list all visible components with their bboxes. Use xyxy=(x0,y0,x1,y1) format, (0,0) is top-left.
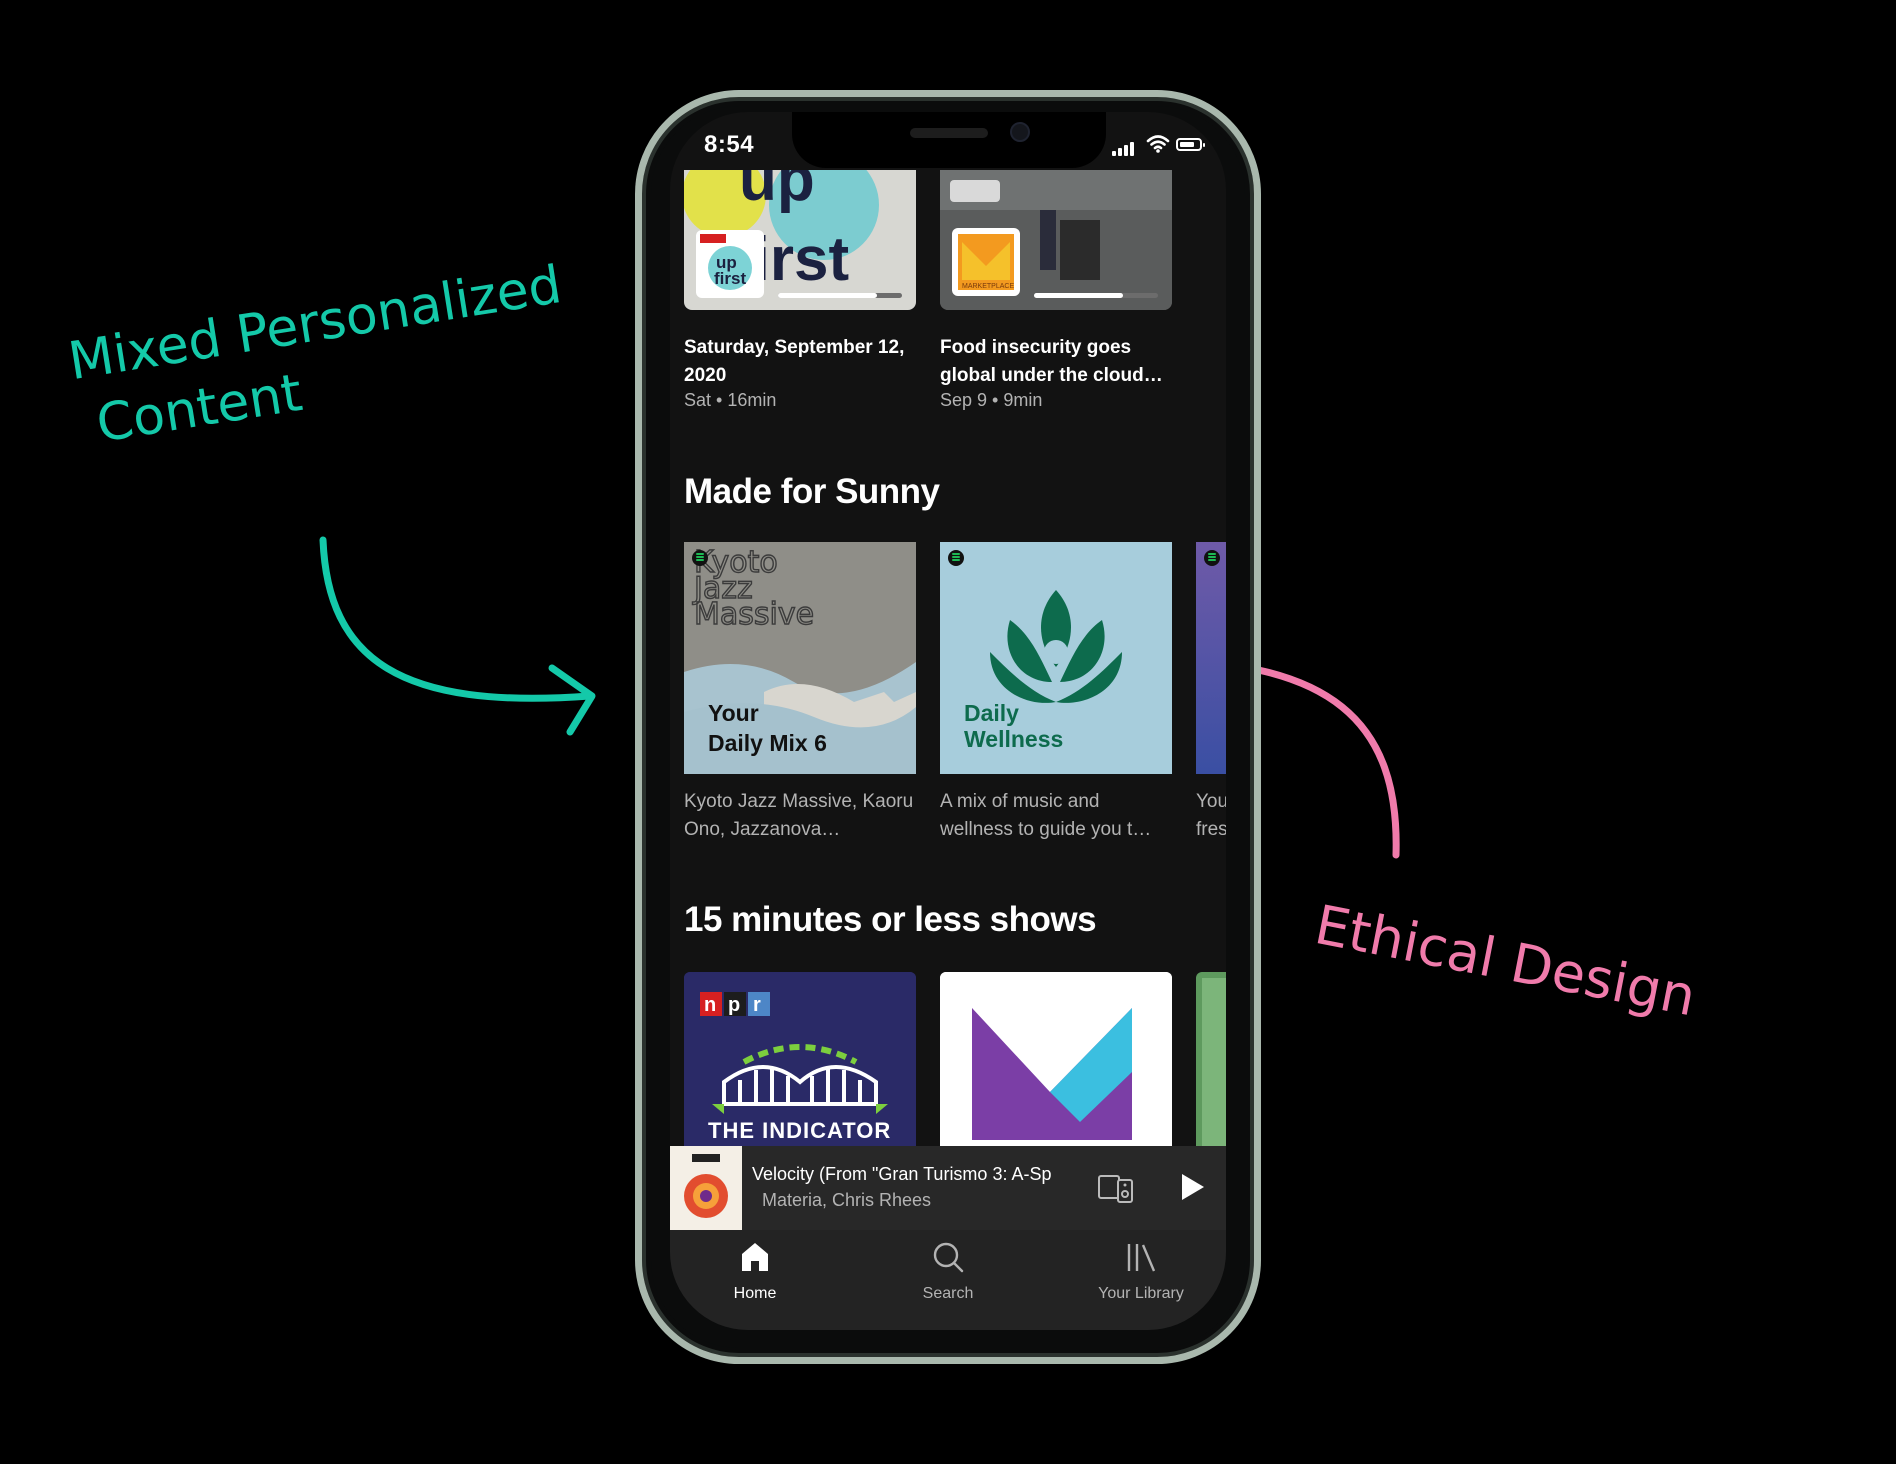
section-title-short-shows: 15 minutes or less shows xyxy=(684,900,1097,939)
section-title-made-for: Made for Sunny xyxy=(684,472,940,511)
wifi-icon xyxy=(1146,135,1170,153)
speaker-grille xyxy=(910,128,988,138)
connect-devices-icon[interactable] xyxy=(1098,1174,1134,1204)
annotation-ethical-design: Ethical Design xyxy=(1309,893,1701,1029)
spotify-logo-icon xyxy=(692,550,708,566)
bottom-nav: Home Search Your Library xyxy=(670,1230,1226,1330)
nav-item-home[interactable]: Home xyxy=(680,1240,830,1303)
nav-item-search[interactable]: Search xyxy=(873,1240,1023,1303)
episode-progress-bar xyxy=(778,293,902,298)
svg-text:first: first xyxy=(714,269,746,288)
tile-label-line2: Wellness xyxy=(964,726,1064,752)
status-time: 8:54 xyxy=(704,131,755,158)
album-art-materia xyxy=(670,1146,742,1230)
front-camera xyxy=(1010,122,1030,142)
tile-subtitle: You fres xyxy=(1196,791,1226,840)
tile-subtitle: Kyoto Jazz Massive, Kaoru Ono, Jazzanova… xyxy=(684,791,914,840)
episode-meta: Sep 9 • 9min xyxy=(940,390,1043,410)
library-icon xyxy=(1127,1244,1156,1272)
play-button[interactable] xyxy=(1182,1174,1204,1200)
episode-art-marketplace: MARKETPLACE xyxy=(940,170,1172,310)
playlist-tile-daily-mix-6[interactable]: Kyoto Jazz Massive Your Daily Mix 6 xyxy=(684,542,916,774)
nav-label-search: Search xyxy=(922,1285,974,1302)
svg-text:p: p xyxy=(728,994,740,1016)
tile-label: Daily Wellness xyxy=(964,700,1063,752)
cellular-signal-icon xyxy=(1112,138,1136,156)
episode-meta: Sat • 16min xyxy=(684,390,777,410)
spotify-logo-icon xyxy=(948,550,964,566)
search-icon xyxy=(933,1242,964,1273)
tile-label-line1: Your xyxy=(708,700,759,726)
tile-label-line2: Daily Mix 6 xyxy=(708,730,827,756)
battery-icon xyxy=(1176,138,1205,151)
now-playing-title: Velocity (From "Gran Turismo 3: A-Spec") xyxy=(752,1164,1052,1184)
show-title-art-text: THE INDICATOR xyxy=(708,1118,892,1143)
spotify-logo-icon xyxy=(1204,550,1220,566)
nav-label-home: Home xyxy=(733,1285,777,1302)
annotation-mixed-personalized-content: Mixed Personalized Content xyxy=(64,252,576,460)
svg-text:n: n xyxy=(704,994,716,1016)
playlist-tile-daily-wellness[interactable]: Daily Wellness xyxy=(940,542,1172,774)
up-first-artwork: up first up first xyxy=(684,170,879,298)
svg-text:Massive: Massive xyxy=(694,597,814,632)
playlist-tile-partial[interactable] xyxy=(1196,542,1226,774)
nav-item-library[interactable]: Your Library xyxy=(1066,1240,1216,1303)
now-playing-artist: Materia, Chris Rhees xyxy=(762,1190,932,1210)
teal-arrow xyxy=(319,536,596,736)
street-photo-artwork: MARKETPLACE xyxy=(940,170,1172,310)
episode-progress-bar xyxy=(1034,293,1158,298)
notch xyxy=(792,112,1106,168)
tile-subtitle: A mix of music and wellness to guide you… xyxy=(940,791,1152,840)
episode-art-up-first: up first up first xyxy=(684,170,916,310)
svg-text:r: r xyxy=(753,994,761,1016)
nav-label-library: Your Library xyxy=(1098,1285,1184,1302)
tile-label: Your Daily Mix 6 xyxy=(708,698,827,758)
home-icon xyxy=(742,1243,768,1271)
tile-label-line1: Daily xyxy=(964,700,1019,726)
phone-screen: 8:54 up first up first Saturday, Septemb… xyxy=(670,112,1226,1330)
episode-title: Saturday, September 12, 2020 xyxy=(684,337,905,386)
episode-title: Food insecurity goes global under the cl… xyxy=(940,337,1163,386)
svg-text:MARKETPLACE: MARKETPLACE xyxy=(962,283,1014,290)
mini-player[interactable]: Velocity (From "Gran Turismo 3: A-Spec")… xyxy=(670,1146,1226,1230)
